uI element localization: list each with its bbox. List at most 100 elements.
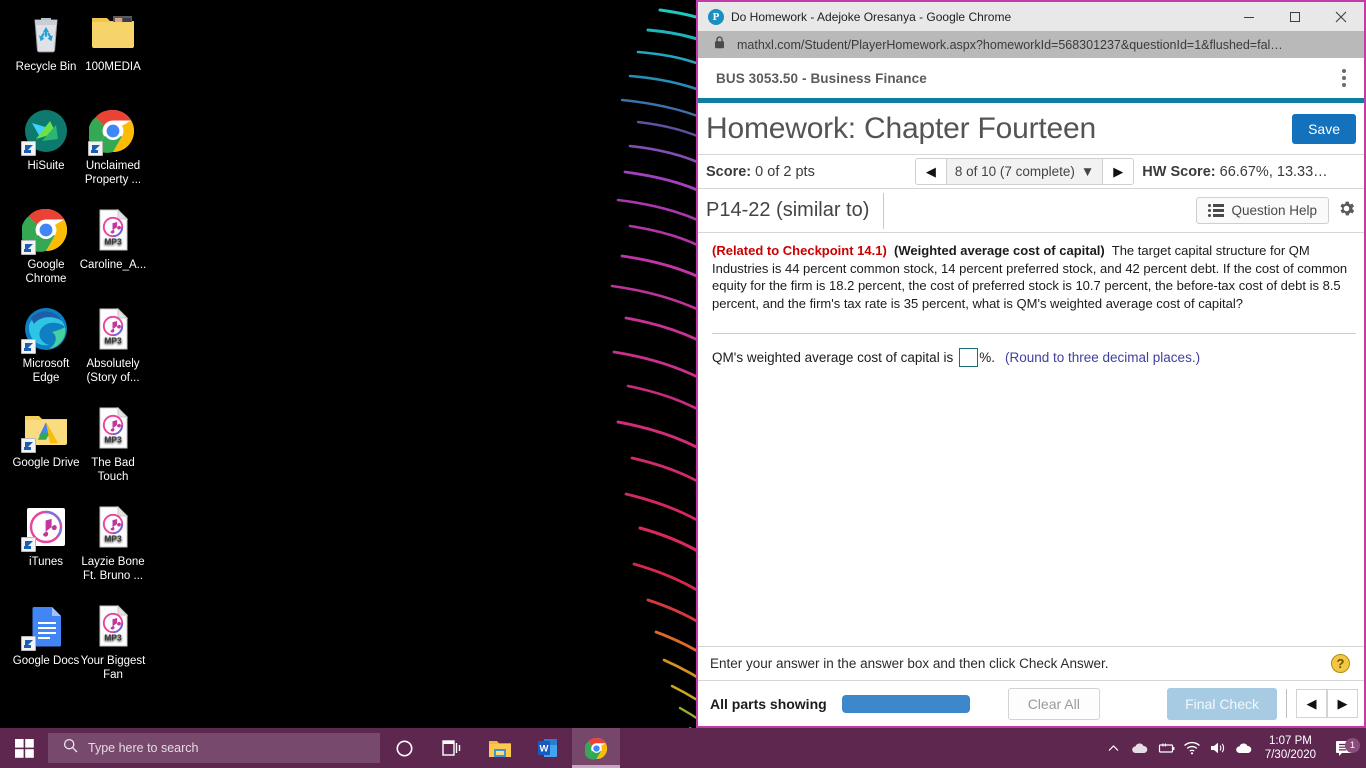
next-question-button[interactable]: ▶ — [1103, 159, 1134, 184]
hw-score: HW Score: 66.67%, 13.33… — [1142, 164, 1327, 180]
mp3-icon: MP3 — [89, 602, 137, 650]
show-hidden-icons-button[interactable] — [1101, 742, 1127, 755]
window-titlebar[interactable]: P Do Homework - Adejoke Oresanya - Googl… — [698, 0, 1364, 31]
question-navigator[interactable]: ◀ 8 of 10 (7 complete) ▼ ▶ — [914, 158, 1135, 185]
wifi-tray-button[interactable] — [1179, 741, 1205, 755]
taskbar: Type here to search W 1:07 PM 7/30/2020 … — [0, 728, 1366, 768]
answer-input[interactable] — [959, 348, 979, 367]
course-bar: BUS 3053.50 - Business Finance — [698, 58, 1364, 98]
taskbar-cortana-button[interactable] — [380, 728, 428, 768]
desktop-icon-edge[interactable]: Microsoft Edge — [8, 305, 84, 385]
desktop-icon-gdrive[interactable]: Google Drive — [8, 404, 84, 471]
desktop-icon-mp3[interactable]: MP3 Absolutely (Story of... — [75, 305, 151, 385]
desktop-icon-label: Caroline_A... — [79, 259, 147, 271]
volume-tray-button[interactable] — [1205, 741, 1231, 755]
desktop-icon-gdocs[interactable]: Google Docs — [8, 602, 84, 669]
itunes-icon — [21, 503, 70, 552]
desktop-icon-label: Unclaimed Property ... — [84, 160, 142, 186]
windows-logo-icon — [14, 738, 34, 758]
battery-tray-button[interactable] — [1153, 742, 1179, 755]
desktop-icon-mp3[interactable]: MP3 The Bad Touch — [75, 404, 151, 484]
desktop-icon-chrome[interactable]: Unclaimed Property ... — [75, 107, 151, 187]
page-title: Homework: Chapter Fourteen — [706, 111, 1096, 145]
question-text: (Related to Checkpoint 14.1) (Weighted a… — [712, 242, 1356, 312]
question-body: (Related to Checkpoint 14.1) (Weighted a… — [698, 233, 1364, 646]
desktop-icon-label: Layzie Bone Ft. Bruno ... — [81, 556, 145, 582]
desktop-icon-recycle-bin[interactable]: Recycle Bin — [8, 8, 84, 75]
shortcut-arrow-icon — [21, 141, 36, 156]
taskbar-file-explorer-button[interactable] — [476, 728, 524, 768]
clear-all-button[interactable]: Clear All — [1007, 687, 1100, 720]
desktop-icon-chrome[interactable]: Google Chrome — [8, 206, 84, 286]
desktop-icon-hisuite[interactable]: HiSuite — [8, 107, 84, 174]
more-options-icon[interactable] — [1338, 65, 1350, 91]
question-selector-dropdown[interactable]: 8 of 10 (7 complete) ▼ — [945, 159, 1104, 184]
save-button[interactable]: Save — [1292, 113, 1356, 144]
start-button[interactable] — [0, 728, 48, 768]
desktop-icon-mp3[interactable]: MP3 Your Biggest Fan — [75, 602, 151, 682]
shortcut-arrow-icon — [88, 141, 103, 156]
cloud-sync-tray-button[interactable] — [1231, 742, 1257, 755]
chrome-icon — [88, 107, 137, 156]
help-icon[interactable]: ? — [1331, 654, 1350, 673]
gdrive-icon — [21, 404, 70, 453]
clock-time: 1:07 PM — [1269, 735, 1312, 747]
final-check-button[interactable]: Final Check — [1167, 687, 1277, 720]
system-tray: 1:07 PM 7/30/2020 1 — [1101, 728, 1366, 768]
action-bar: All parts showing Clear All Final Check … — [698, 680, 1364, 726]
svg-text:MP3: MP3 — [104, 534, 122, 544]
clock[interactable]: 1:07 PM 7/30/2020 — [1257, 734, 1326, 762]
shortcut-arrow-icon — [21, 438, 36, 453]
question-id: P14-22 (similar to) — [706, 192, 885, 229]
desktop-icon-folder-media[interactable]: 100MEDIA — [75, 8, 151, 75]
desktop-icon-label: HiSuite — [27, 160, 65, 172]
question-help-label: Question Help — [1231, 203, 1317, 218]
desktop-icon-itunes[interactable]: iTunes — [8, 503, 84, 570]
mp3-icon: MP3 — [89, 503, 137, 551]
question-selector-label: 8 of 10 (7 complete) — [954, 164, 1075, 179]
rounding-note: (Round to three decimal places.) — [1004, 350, 1201, 365]
hw-score-label: HW Score: — [1142, 163, 1216, 180]
window-title: Do Homework - Adejoke Oresanya - Google … — [731, 9, 1012, 24]
desktop-icon-label: The Bad Touch — [91, 457, 135, 483]
hint-text: Enter your answer in the answer box and … — [710, 656, 1109, 671]
score-label: Score: — [706, 163, 752, 180]
taskbar-task-view-button[interactable] — [428, 728, 476, 768]
address-bar[interactable]: mathxl.com/Student/PlayerHomework.aspx?h… — [698, 31, 1364, 58]
hint-bar: Enter your answer in the answer box and … — [698, 646, 1364, 680]
notification-center-button[interactable]: 1 — [1326, 737, 1364, 757]
answer-unit: %. — [979, 350, 995, 365]
maximize-button[interactable] — [1272, 1, 1318, 32]
pager-previous-button[interactable]: ◀ — [1296, 689, 1327, 718]
question-help-button[interactable]: Question Help — [1196, 197, 1329, 224]
close-button[interactable] — [1318, 1, 1364, 32]
desktop-icon-label: 100MEDIA — [85, 61, 141, 73]
settings-gear-icon[interactable] — [1337, 199, 1356, 223]
onedrive-tray-button[interactable] — [1127, 742, 1153, 755]
edge-icon — [21, 305, 70, 354]
pager-next-button[interactable]: ▶ — [1327, 689, 1358, 718]
desktop-icon-mp3[interactable]: MP3 Layzie Bone Ft. Bruno ... — [75, 503, 151, 583]
folder-media-icon — [89, 8, 137, 56]
mp3-icon: MP3 — [89, 305, 137, 353]
chrome-icon — [584, 737, 607, 759]
list-icon — [1208, 204, 1225, 217]
folder-icon — [489, 740, 511, 757]
chrome-browser-window[interactable]: P Do Homework - Adejoke Oresanya - Googl… — [696, 0, 1366, 728]
hisuite-icon — [21, 107, 70, 156]
close-icon — [1335, 11, 1347, 22]
chrome-icon — [21, 206, 70, 255]
search-input[interactable]: Type here to search — [48, 733, 380, 763]
course-title: BUS 3053.50 - Business Finance — [716, 70, 927, 86]
taskbar-word-button[interactable]: W — [524, 728, 572, 768]
chevron-up-icon — [1108, 744, 1119, 751]
minimize-button[interactable] — [1226, 1, 1272, 32]
task-view-icon — [442, 740, 461, 756]
taskbar-chrome-button[interactable] — [572, 728, 620, 768]
previous-question-button[interactable]: ◀ — [915, 159, 946, 184]
notification-badge: 1 — [1345, 737, 1360, 753]
shortcut-arrow-icon — [21, 240, 36, 255]
search-icon — [63, 738, 78, 758]
desktop-icon-label: Absolutely (Story of... — [86, 358, 140, 384]
desktop-icon-mp3[interactable]: MP3 Caroline_A... — [75, 206, 151, 273]
